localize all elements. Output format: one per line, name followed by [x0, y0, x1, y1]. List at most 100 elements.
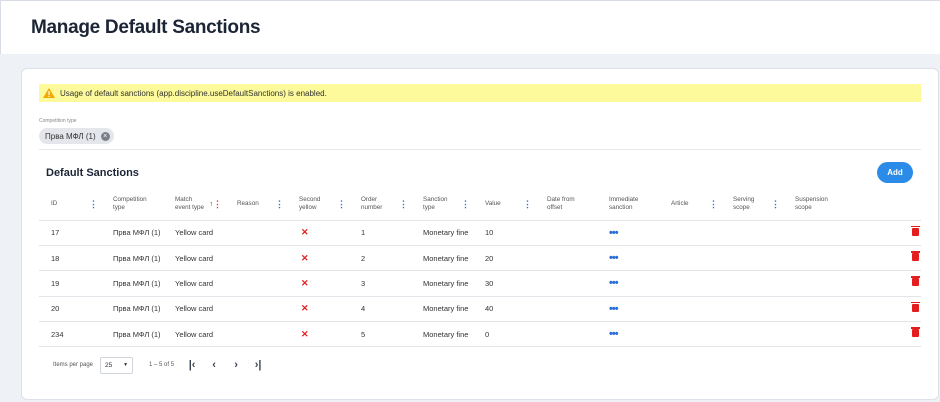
delete-icon[interactable] [911, 327, 920, 338]
cross-icon: ✕ [301, 252, 309, 263]
table-row[interactable]: 234 Прва МФЛ (1) Yellow card ✕ 5 Monetary fin… [39, 321, 921, 348]
column-menu-icon[interactable]: ⋮ [213, 199, 222, 209]
col-actions [845, 189, 921, 221]
cell-value: 0 [473, 321, 535, 348]
col-date-from-offset[interactable]: Date from offset [535, 189, 597, 221]
info-alert: Usage of default sanctions (app.discipli… [39, 84, 921, 102]
pagination: Items per page 25 ▼ 1 – 5 of 5 |‹ ‹ › ›| [39, 355, 262, 375]
cell-sanction-type: Monetary fine [411, 245, 473, 272]
delete-icon[interactable] [911, 301, 920, 312]
cell-immediate-sanction: ••• [597, 270, 659, 297]
divider [39, 149, 921, 150]
cell-suspension-scope [783, 245, 845, 272]
column-menu-icon[interactable]: ⋮ [337, 199, 346, 209]
col-value[interactable]: Value ⋮ [473, 189, 535, 221]
last-page-icon[interactable]: ›| [254, 359, 262, 371]
cell-date-from-offset [535, 220, 597, 246]
cross-icon: ✕ [301, 277, 309, 288]
more-icon[interactable]: ••• [597, 303, 619, 315]
page-header: Manage Default Sanctions [0, 0, 940, 54]
cell-reason [225, 270, 287, 297]
cell-competition-type: Прва МФЛ (1) [101, 220, 163, 246]
cell-suspension-scope [783, 270, 845, 297]
cell-order-number: 1 [349, 220, 411, 246]
alert-text: Usage of default sanctions (app.discipli… [60, 88, 327, 98]
cell-id: 17 [39, 220, 101, 246]
cell-second-yellow: ✕ [287, 270, 349, 297]
cell-id: 234 [39, 321, 101, 348]
table-row[interactable]: 18 Прва МФЛ (1) Yellow card ✕ 2 Monetary fine… [39, 245, 921, 272]
table-row[interactable]: 20 Прва МФЛ (1) Yellow card ✕ 4 Monetary fine… [39, 296, 921, 323]
cell-order-number: 5 [349, 321, 411, 348]
cell-article [659, 220, 721, 246]
more-icon[interactable]: ••• [597, 328, 619, 340]
column-menu-icon[interactable]: ⋮ [89, 199, 98, 209]
cell-match-event-type: Yellow card [163, 296, 225, 323]
delete-icon[interactable] [911, 251, 920, 262]
competition-type-chip[interactable]: Прва МФЛ (1) × [39, 128, 114, 144]
next-page-icon[interactable]: › [232, 359, 240, 371]
previous-page-icon[interactable]: ‹ [210, 359, 218, 371]
cell-date-from-offset [535, 270, 597, 297]
cell-date-from-offset [535, 321, 597, 348]
table-row[interactable]: 19 Прва МФЛ (1) Yellow card ✕ 3 Monetary fine… [39, 270, 921, 297]
col-immediate-sanction[interactable]: Immediate sanction [597, 189, 659, 221]
cell-suspension-scope [783, 220, 845, 246]
cell-match-event-type: Yellow card [163, 321, 225, 348]
col-article[interactable]: Article ⋮ [659, 189, 721, 221]
cell-id: 20 [39, 296, 101, 323]
more-icon[interactable]: ••• [597, 277, 619, 289]
col-suspension-scope[interactable]: Suspension scope [783, 189, 845, 221]
delete-icon[interactable] [911, 225, 920, 236]
sanctions-card: Usage of default sanctions (app.discipli… [21, 68, 939, 400]
cell-match-event-type: Yellow card [163, 220, 225, 246]
cell-reason [225, 245, 287, 272]
column-menu-icon[interactable]: ⋮ [523, 199, 532, 209]
cell-suspension-scope [783, 321, 845, 348]
cell-order-number: 4 [349, 296, 411, 323]
chip-label: Прва МФЛ (1) [45, 131, 96, 141]
col-second-yellow[interactable]: Second yellow ⋮ [287, 189, 349, 221]
cell-actions [845, 296, 921, 323]
col-match-event-type[interactable]: Match event type ↑ ⋮ [163, 189, 225, 221]
cell-second-yellow: ✕ [287, 296, 349, 323]
col-serving-scope[interactable]: Serving scope ⋮ [721, 189, 783, 221]
col-order-number[interactable]: Order number ⋮ [349, 189, 411, 221]
col-reason[interactable]: Reason ⋮ [225, 189, 287, 221]
column-menu-icon[interactable]: ⋮ [275, 199, 284, 209]
cross-icon: ✕ [301, 303, 309, 314]
page-size-select[interactable]: 25 ▼ [100, 356, 134, 374]
column-menu-icon[interactable]: ⋮ [399, 199, 408, 209]
chip-remove-icon[interactable]: × [100, 131, 110, 141]
cell-article [659, 296, 721, 323]
column-menu-icon[interactable]: ⋮ [709, 199, 718, 209]
cell-value: 10 [473, 220, 535, 246]
cell-serving-scope [721, 296, 783, 323]
col-competition-type[interactable]: Competition type [101, 189, 163, 221]
col-sanction-type[interactable]: Sanction type ⋮ [411, 189, 473, 221]
cell-suspension-scope [783, 296, 845, 323]
add-button[interactable]: Add [877, 162, 913, 183]
cell-sanction-type: Monetary fine [411, 270, 473, 297]
cell-serving-scope [721, 245, 783, 272]
items-per-page-label: Items per page [53, 362, 94, 368]
cell-second-yellow: ✕ [287, 220, 349, 246]
cell-serving-scope [721, 321, 783, 348]
first-page-icon[interactable]: |‹ [188, 359, 196, 371]
cell-article [659, 245, 721, 272]
column-menu-icon[interactable]: ⋮ [771, 199, 780, 209]
competition-type-label: Competition type [39, 118, 77, 124]
delete-icon[interactable] [911, 276, 920, 287]
more-icon[interactable]: ••• [597, 252, 619, 264]
cell-value: 40 [473, 296, 535, 323]
cell-sanction-type: Monetary fine [411, 296, 473, 323]
col-id[interactable]: ID ⋮ [39, 189, 101, 221]
cell-match-event-type: Yellow card [163, 270, 225, 297]
cell-date-from-offset [535, 296, 597, 323]
section-title: Default Sanctions [46, 167, 139, 179]
more-icon[interactable]: ••• [597, 227, 619, 239]
cell-competition-type: Прва МФЛ (1) [101, 270, 163, 297]
table-row[interactable]: 17 Прва МФЛ (1) Yellow card ✕ 1 Monetary fine… [39, 220, 921, 246]
cell-match-event-type: Yellow card [163, 245, 225, 272]
column-menu-icon[interactable]: ⋮ [461, 199, 470, 209]
